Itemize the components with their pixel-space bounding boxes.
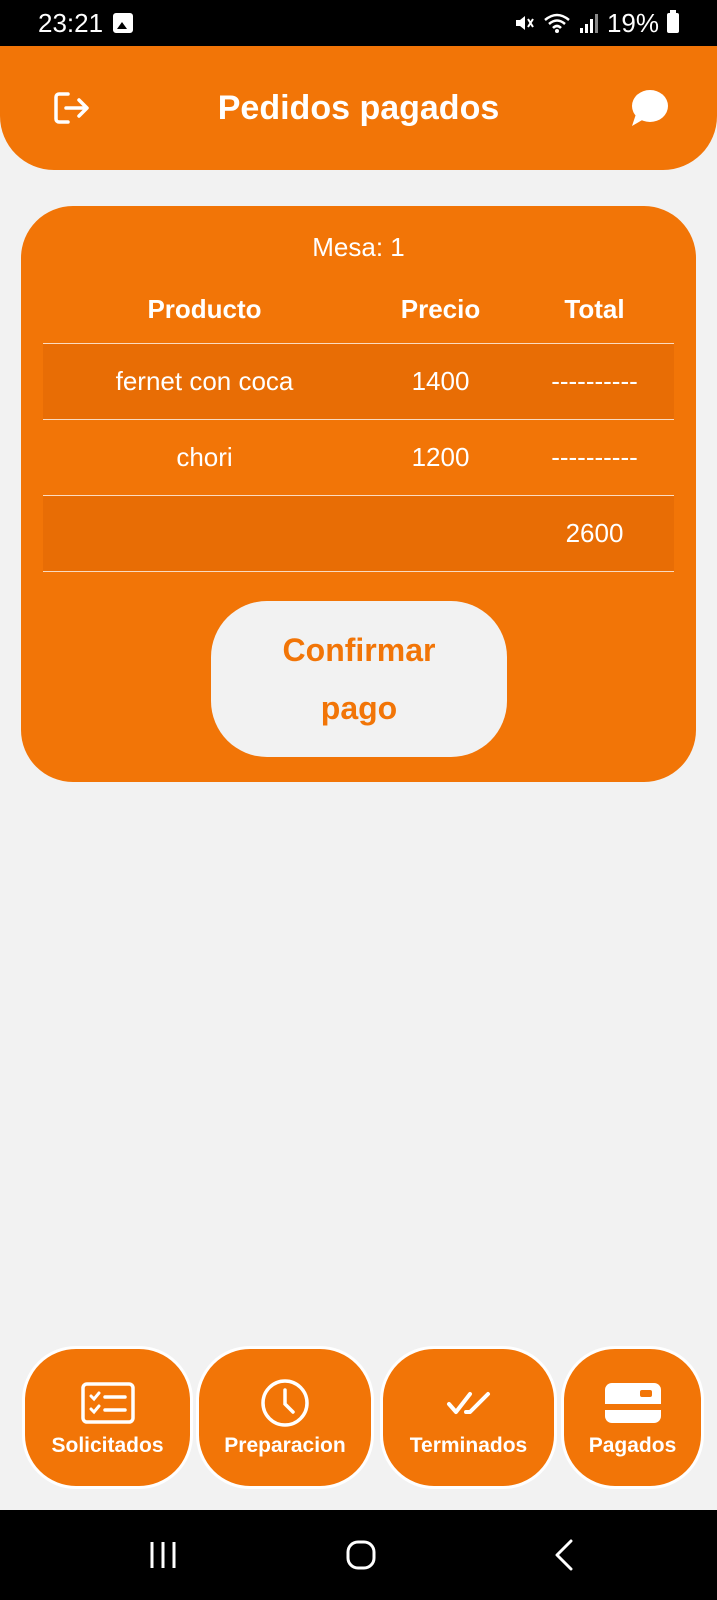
tab-icon-wrap <box>80 1378 135 1428</box>
row-total: ---------- <box>551 366 638 396</box>
row-product: fernet con coca <box>115 366 294 396</box>
tab-label: Solicitados <box>51 1433 164 1457</box>
grand-total: 2600 <box>565 518 624 548</box>
tab-label: Terminados <box>409 1433 528 1457</box>
tab-label: Pagados <box>588 1433 677 1457</box>
home-icon <box>346 1540 376 1570</box>
table-number: Mesa: 1 <box>312 232 405 262</box>
chat-button[interactable] <box>627 86 671 130</box>
tab-label: Preparacion <box>224 1433 346 1457</box>
gallery-icon <box>113 13 134 33</box>
back-button[interactable] <box>550 1538 578 1572</box>
status-right: 19% <box>513 8 679 39</box>
recents-icon <box>150 1542 176 1568</box>
chat-icon <box>632 90 668 126</box>
battery-percent: 19% <box>606 7 659 38</box>
table-row: fernet con coca 1400 ---------- <box>43 344 674 420</box>
column-header-total: Total <box>564 294 625 324</box>
signal-icon <box>579 14 598 33</box>
logout-button[interactable] <box>50 86 94 130</box>
card-icon <box>604 1382 661 1423</box>
logout-icon <box>54 92 89 124</box>
column-header-price: Precio <box>400 294 481 324</box>
page-title: Pedidos pagados <box>217 88 500 127</box>
system-nav-bar <box>0 1510 717 1600</box>
status-time: 23:21 <box>38 7 104 38</box>
order-card: Mesa: 1 Producto Precio Total fernet con… <box>21 206 696 782</box>
recents-button[interactable] <box>146 1538 180 1572</box>
tab-icon-wrap <box>260 1378 310 1428</box>
battery-icon <box>667 10 679 33</box>
bottom-tab-bar: Solicitados Preparacion Terminados Pagad… <box>0 1346 717 1490</box>
app-header: Pedidos pagados <box>0 46 717 170</box>
grand-total-row: 2600 <box>43 496 674 572</box>
tab-pagados[interactable]: Pagados <box>561 1346 704 1489</box>
status-bar: 23:21 19% <box>0 0 717 46</box>
tab-preparacion[interactable]: Preparacion <box>196 1346 374 1489</box>
row-total: ---------- <box>551 442 638 472</box>
checklist-icon <box>80 1381 135 1424</box>
confirm-payment-button[interactable]: Confirmar pago <box>211 601 507 757</box>
double-check-icon <box>446 1391 490 1414</box>
table-row: chori 1200 ---------- <box>43 420 674 496</box>
tab-solicitados[interactable]: Solicitados <box>22 1346 193 1489</box>
row-price: 1200 <box>411 442 470 472</box>
mute-icon <box>515 16 534 30</box>
order-table: Producto Precio Total fernet con coca 14… <box>43 276 674 572</box>
clock-icon <box>261 1378 309 1427</box>
row-product: chori <box>176 442 233 472</box>
tab-icon-wrap <box>604 1378 662 1428</box>
table-header: Producto Precio Total <box>43 276 674 344</box>
tab-icon-wrap <box>446 1378 492 1428</box>
wifi-icon <box>544 13 570 33</box>
back-icon <box>555 1539 573 1571</box>
home-button[interactable] <box>344 1538 378 1572</box>
column-header-product: Producto <box>147 294 262 324</box>
status-left: 23:21 <box>38 7 134 39</box>
row-price: 1400 <box>411 366 470 396</box>
tab-terminados[interactable]: Terminados <box>380 1346 557 1489</box>
